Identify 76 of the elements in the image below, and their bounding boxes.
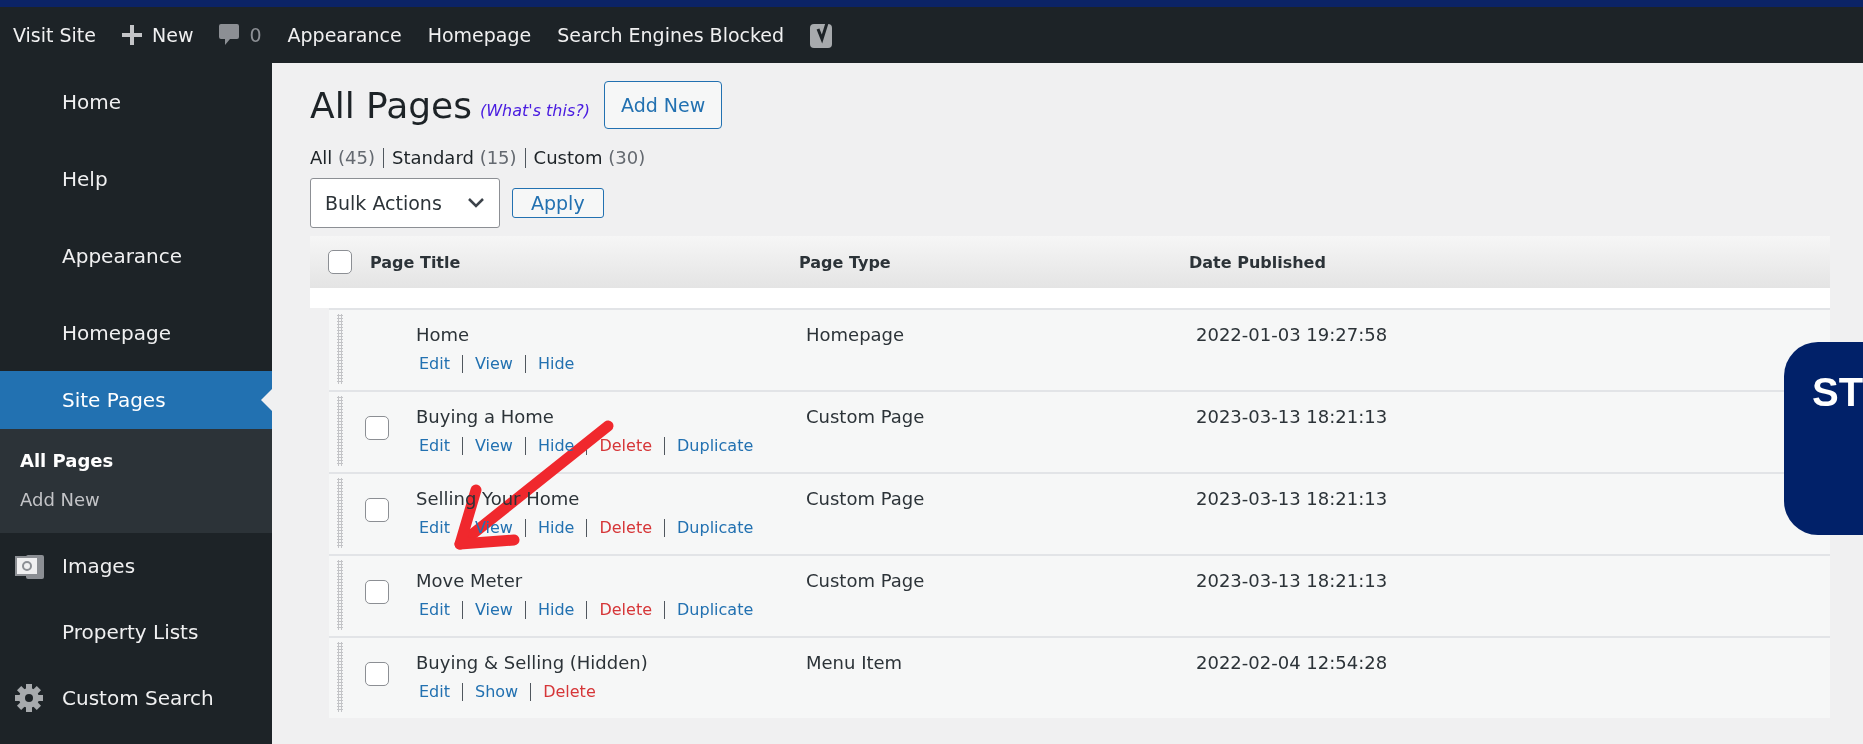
apply-button[interactable]: Apply: [512, 188, 604, 218]
row-checkbox[interactable]: [365, 662, 389, 686]
page-title-cell: Buying a Home: [416, 406, 554, 427]
row-action-link[interactable]: Delete: [543, 682, 596, 701]
row-action-link[interactable]: Duplicate: [677, 436, 754, 455]
sidebar-item[interactable]: Appearance: [0, 217, 272, 294]
row-action-link[interactable]: Delete: [599, 518, 652, 537]
submenu-item[interactable]: All Pages: [0, 441, 272, 480]
help-link[interactable]: (What's this?): [480, 100, 590, 120]
row-action-link[interactable]: Show: [475, 682, 519, 701]
sidebar-item[interactable]: Home: [0, 63, 272, 140]
sidebar-item[interactable]: Homepage: [0, 294, 272, 371]
admin-bar-link[interactable]: Appearance: [287, 24, 402, 46]
page-type-cell-text: Custom Page: [806, 569, 926, 593]
row-checkbox[interactable]: [365, 580, 389, 604]
row-action-link[interactable]: Hide: [537, 600, 575, 619]
row-action-link[interactable]: Edit: [419, 518, 450, 537]
row-action-link[interactable]: Hide: [537, 354, 575, 373]
filter-link[interactable]: Standard (15): [392, 147, 517, 168]
page-title-cell: Buying & Selling (Hidden): [416, 652, 648, 673]
row-action-link[interactable]: Edit: [419, 354, 450, 373]
sidebar-item[interactable]: Property Lists: [0, 599, 272, 665]
settings-icon: [14, 683, 44, 713]
admin-bar-link[interactable]: Search Engines Blocked: [557, 24, 785, 46]
page-type-cell-text: Custom Page: [806, 405, 926, 429]
page-type-cell-text: Menu Item: [806, 651, 904, 675]
chevron-down-icon: [467, 197, 485, 209]
drag-handle[interactable]: [337, 478, 343, 548]
drag-handle[interactable]: [337, 560, 343, 630]
row-checkbox[interactable]: [365, 498, 389, 522]
page-type-cell-text: Custom Page: [806, 487, 926, 511]
sidebar-item[interactable]: Custom Search: [0, 665, 272, 731]
select-all-checkbox[interactable]: [328, 250, 352, 274]
drag-handle[interactable]: [337, 314, 343, 384]
plus-icon: [122, 25, 142, 45]
admin-bar-link[interactable]: Homepage: [427, 24, 532, 46]
speech-bubble-icon: [219, 24, 240, 46]
date-cell-text: 2022-02-04 12:54:28: [1196, 651, 1389, 675]
callout-box: ST: [1784, 342, 1863, 535]
sidebar-item[interactable]: Images: [0, 533, 272, 599]
row-action-link[interactable]: Delete: [599, 600, 652, 619]
date-cell-text: 2023-03-13 18:21:13: [1196, 569, 1389, 593]
row-action-link[interactable]: Duplicate: [677, 518, 754, 537]
date-cell-text: 2023-03-13 18:21:13: [1196, 487, 1389, 511]
filter-link[interactable]: Custom (30): [533, 147, 646, 168]
row-action-link[interactable]: Edit: [419, 682, 450, 701]
column-header: Page Type: [799, 252, 892, 272]
bulk-actions-select[interactable]: Bulk Actions: [310, 178, 500, 228]
comment-count[interactable]: 0: [249, 24, 262, 46]
page-title: All Pages: [310, 84, 472, 126]
row-action-link[interactable]: Delete: [599, 436, 652, 455]
row-checkbox[interactable]: [365, 416, 389, 440]
row-action-link[interactable]: Edit: [419, 600, 450, 619]
row-action-link[interactable]: View: [475, 436, 513, 455]
admin-bar-link[interactable]: Visit Site: [13, 24, 96, 46]
drag-handle[interactable]: [337, 396, 343, 466]
row-action-link[interactable]: Hide: [537, 436, 575, 455]
row-action-link[interactable]: Edit: [419, 436, 450, 455]
date-cell-text: 2023-03-13 18:21:13: [1196, 405, 1389, 429]
row-action-link[interactable]: View: [475, 354, 513, 373]
filter-link[interactable]: All (45): [310, 147, 375, 168]
page-type-cell-text: Homepage: [806, 323, 906, 347]
date-cell-text: 2022-01-03 19:27:58: [1196, 323, 1389, 347]
page-title-cell: Move Meter: [416, 570, 523, 591]
page-title-cell: Home: [416, 324, 470, 345]
row-action-link[interactable]: Duplicate: [677, 600, 754, 619]
row-action-link[interactable]: View: [475, 600, 513, 619]
sidebar-item[interactable]: Help: [0, 140, 272, 217]
column-header: Page Title: [370, 252, 462, 272]
column-header: Date Published: [1189, 252, 1327, 272]
submenu-item[interactable]: Add New: [0, 480, 272, 519]
admin-bar-link[interactable]: New: [152, 24, 194, 46]
drag-handle[interactable]: [337, 642, 343, 712]
sidebar-item[interactable]: Site Pages: [0, 371, 272, 429]
add-new-button[interactable]: Add New: [604, 81, 723, 129]
row-action-link[interactable]: Hide: [537, 518, 575, 537]
